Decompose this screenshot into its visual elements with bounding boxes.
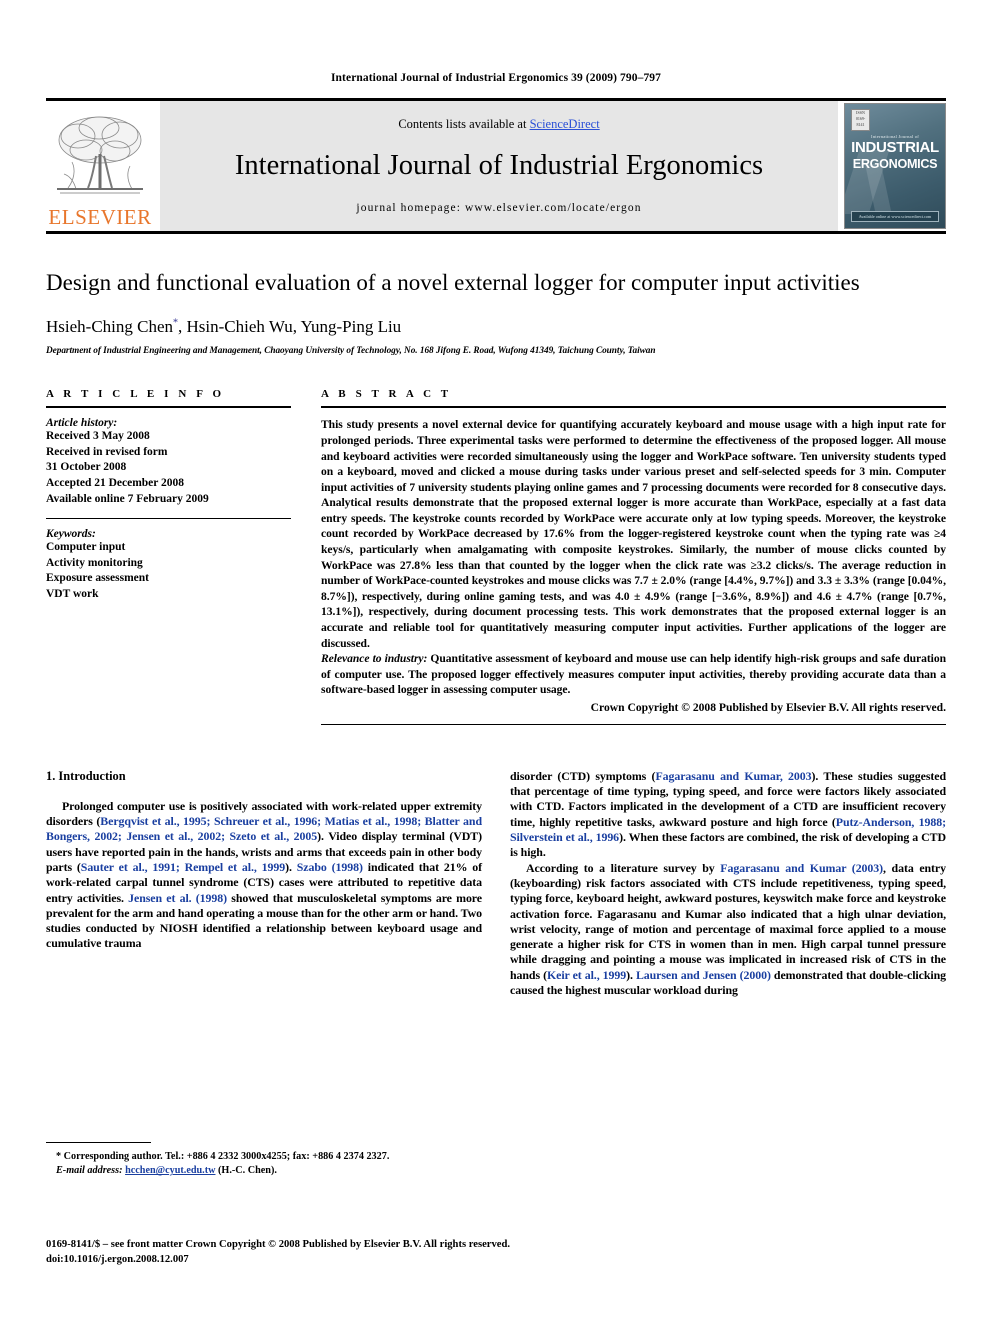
keyword-item: Activity monitoring: [46, 556, 143, 569]
intro-paragraph-left: Prolonged computer use is positively ass…: [46, 799, 482, 952]
contents-prefix: Contents lists available at: [398, 117, 530, 132]
journal-homepage[interactable]: journal homepage: www.elsevier.com/locat…: [356, 202, 641, 219]
running-head: International Journal of Industrial Ergo…: [330, 72, 661, 84]
abstract-paragraph: This study presents a novel external dev…: [321, 418, 946, 650]
citation-link[interactable]: Szabo (1998): [297, 860, 363, 874]
info-abstract-region: A R T I C L E I N F O Article history: R…: [46, 388, 946, 725]
article-info-column: A R T I C L E I N F O Article history: R…: [46, 388, 291, 724]
masthead-center: Contents lists available at ScienceDirec…: [160, 101, 838, 231]
cover-title-line1: INDUSTRIAL: [851, 139, 939, 156]
article-title: Design and functional evaluation of a no…: [46, 270, 860, 295]
affiliation: Department of Industrial Engineering and…: [46, 346, 656, 357]
article-info-rule: [46, 406, 291, 409]
keyword-item: Computer input: [46, 541, 126, 554]
author-others: , Hsin-Chieh Wu, Yung-Ping Liu: [178, 317, 402, 337]
body-column-right: disorder (CTD) symptoms (Fagarasanu and …: [510, 769, 946, 998]
intro-text: ).: [626, 967, 636, 982]
history-item: 31 October 2008: [46, 461, 127, 474]
abstract-rule: [321, 406, 946, 409]
issn-copyright-line: 0169-8141/$ – see front matter Crown Cop…: [46, 1239, 511, 1250]
journal-cover-thumbnail: ISSN 0169-8141 International Journal of …: [844, 103, 946, 229]
abstract-copyright: Crown Copyright © 2008 Published by Else…: [590, 700, 946, 714]
abstract-bottom-rule: [321, 723, 946, 725]
citation-link[interactable]: Jensen et al. (1998): [128, 891, 227, 905]
page-footer: 0169-8141/$ – see front matter Crown Cop…: [46, 1237, 946, 1268]
section-title-introduction: 1. Introduction: [46, 768, 126, 783]
relevance-label: Relevance to industry:: [321, 652, 428, 666]
cover-title-line2: ERGONOMICS: [852, 156, 938, 171]
citation-link[interactable]: Sauter et al., 1991; Rempel et al., 1999: [81, 860, 285, 874]
abstract-column: A B S T R A C T This study presents a no…: [321, 388, 946, 725]
history-item: Received in revised form: [46, 445, 168, 458]
keywords-label: Keywords:: [46, 528, 96, 541]
journal-masthead: ELSEVIER Contents lists available at Sci…: [46, 98, 946, 234]
body-columns: 1. Introduction Prolonged computer use i…: [46, 769, 946, 998]
intro-text: According to a literature survey by: [526, 860, 721, 875]
intro-paragraph-right-2: According to a literature survey by Faga…: [510, 861, 946, 999]
body-column-left: 1. Introduction Prolonged computer use i…: [46, 769, 482, 998]
intro-text: ).: [285, 859, 297, 874]
elsevier-logo: ELSEVIER: [46, 101, 154, 231]
keyword-item: Exposure assessment: [46, 572, 149, 585]
elsevier-tree-icon: [46, 105, 154, 207]
author-corresponding: Hsieh-Ching Chen: [46, 317, 174, 337]
contents-available-line: Contents lists available at ScienceDirec…: [398, 113, 599, 132]
title-block: Design and functional evaluation of a no…: [46, 268, 946, 356]
doi-line: doi:10.1016/j.ergon.2008.12.007: [46, 1254, 189, 1266]
cover-corner-box: ISSN 0169-8141: [851, 109, 870, 131]
abstract-heading: A B S T R A C T: [321, 388, 452, 401]
citation-link[interactable]: Fagarasanu and Kumar (2003): [720, 861, 883, 875]
sciencedirect-link[interactable]: ScienceDirect: [530, 117, 600, 131]
history-item: Accepted 21 December 2008: [46, 476, 185, 489]
keywords-divider: [46, 518, 291, 520]
history-item: Available online 7 February 2009: [46, 492, 209, 505]
footnote-email-line: E-mail address: hcchen@cyut.edu.tw (H.-C…: [46, 1164, 446, 1178]
email-link[interactable]: hcchen@cyut.edu.tw: [125, 1165, 215, 1176]
email-label: E-mail address:: [56, 1165, 123, 1177]
history-item: Received 3 May 2008: [46, 430, 150, 443]
cover-title: INDUSTRIAL ERGONOMICS: [845, 139, 945, 171]
cover-bottom-band: Available online at www.sciencedirect.co…: [851, 211, 939, 222]
citation-link[interactable]: Fagarasanu and Kumar, 2003: [655, 769, 811, 783]
intro-text: disorder (CTD) symptoms (: [510, 768, 656, 783]
footnote-rule: [46, 1142, 151, 1143]
footnote-corresponding-line: * Corresponding author. Tel.: +886 4 233…: [56, 1151, 390, 1162]
corresponding-author-footnote: * Corresponding author. Tel.: +886 4 233…: [46, 1142, 446, 1179]
citation-link[interactable]: Keir et al., 1999: [547, 968, 626, 982]
intro-paragraph-right-1: disorder (CTD) symptoms (Fagarasanu and …: [510, 769, 946, 861]
article-info-heading: A R T I C L E I N F O: [46, 388, 225, 401]
masthead-bottom-rule: [46, 231, 946, 234]
intro-text: , data entry (keyboarding) risk factors …: [510, 860, 946, 982]
abstract-body: This study presents a novel external dev…: [321, 417, 946, 697]
article-history-label: Article history:: [46, 417, 118, 430]
relevance-to-industry: Relevance to industry: Quantitative asse…: [321, 651, 946, 698]
keyword-item: VDT work: [46, 587, 99, 600]
citation-link[interactable]: Laursen and Jensen (2000): [636, 968, 771, 982]
author-list: Hsieh-Ching Chen*, Hsin-Chieh Wu, Yung-P…: [46, 317, 946, 337]
elsevier-wordmark: ELSEVIER: [48, 205, 152, 229]
journal-title: International Journal of Industrial Ergo…: [234, 150, 764, 182]
article-page: International Journal of Industrial Ergo…: [0, 0, 992, 1323]
email-suffix: (H.-C. Chen).: [215, 1165, 277, 1177]
